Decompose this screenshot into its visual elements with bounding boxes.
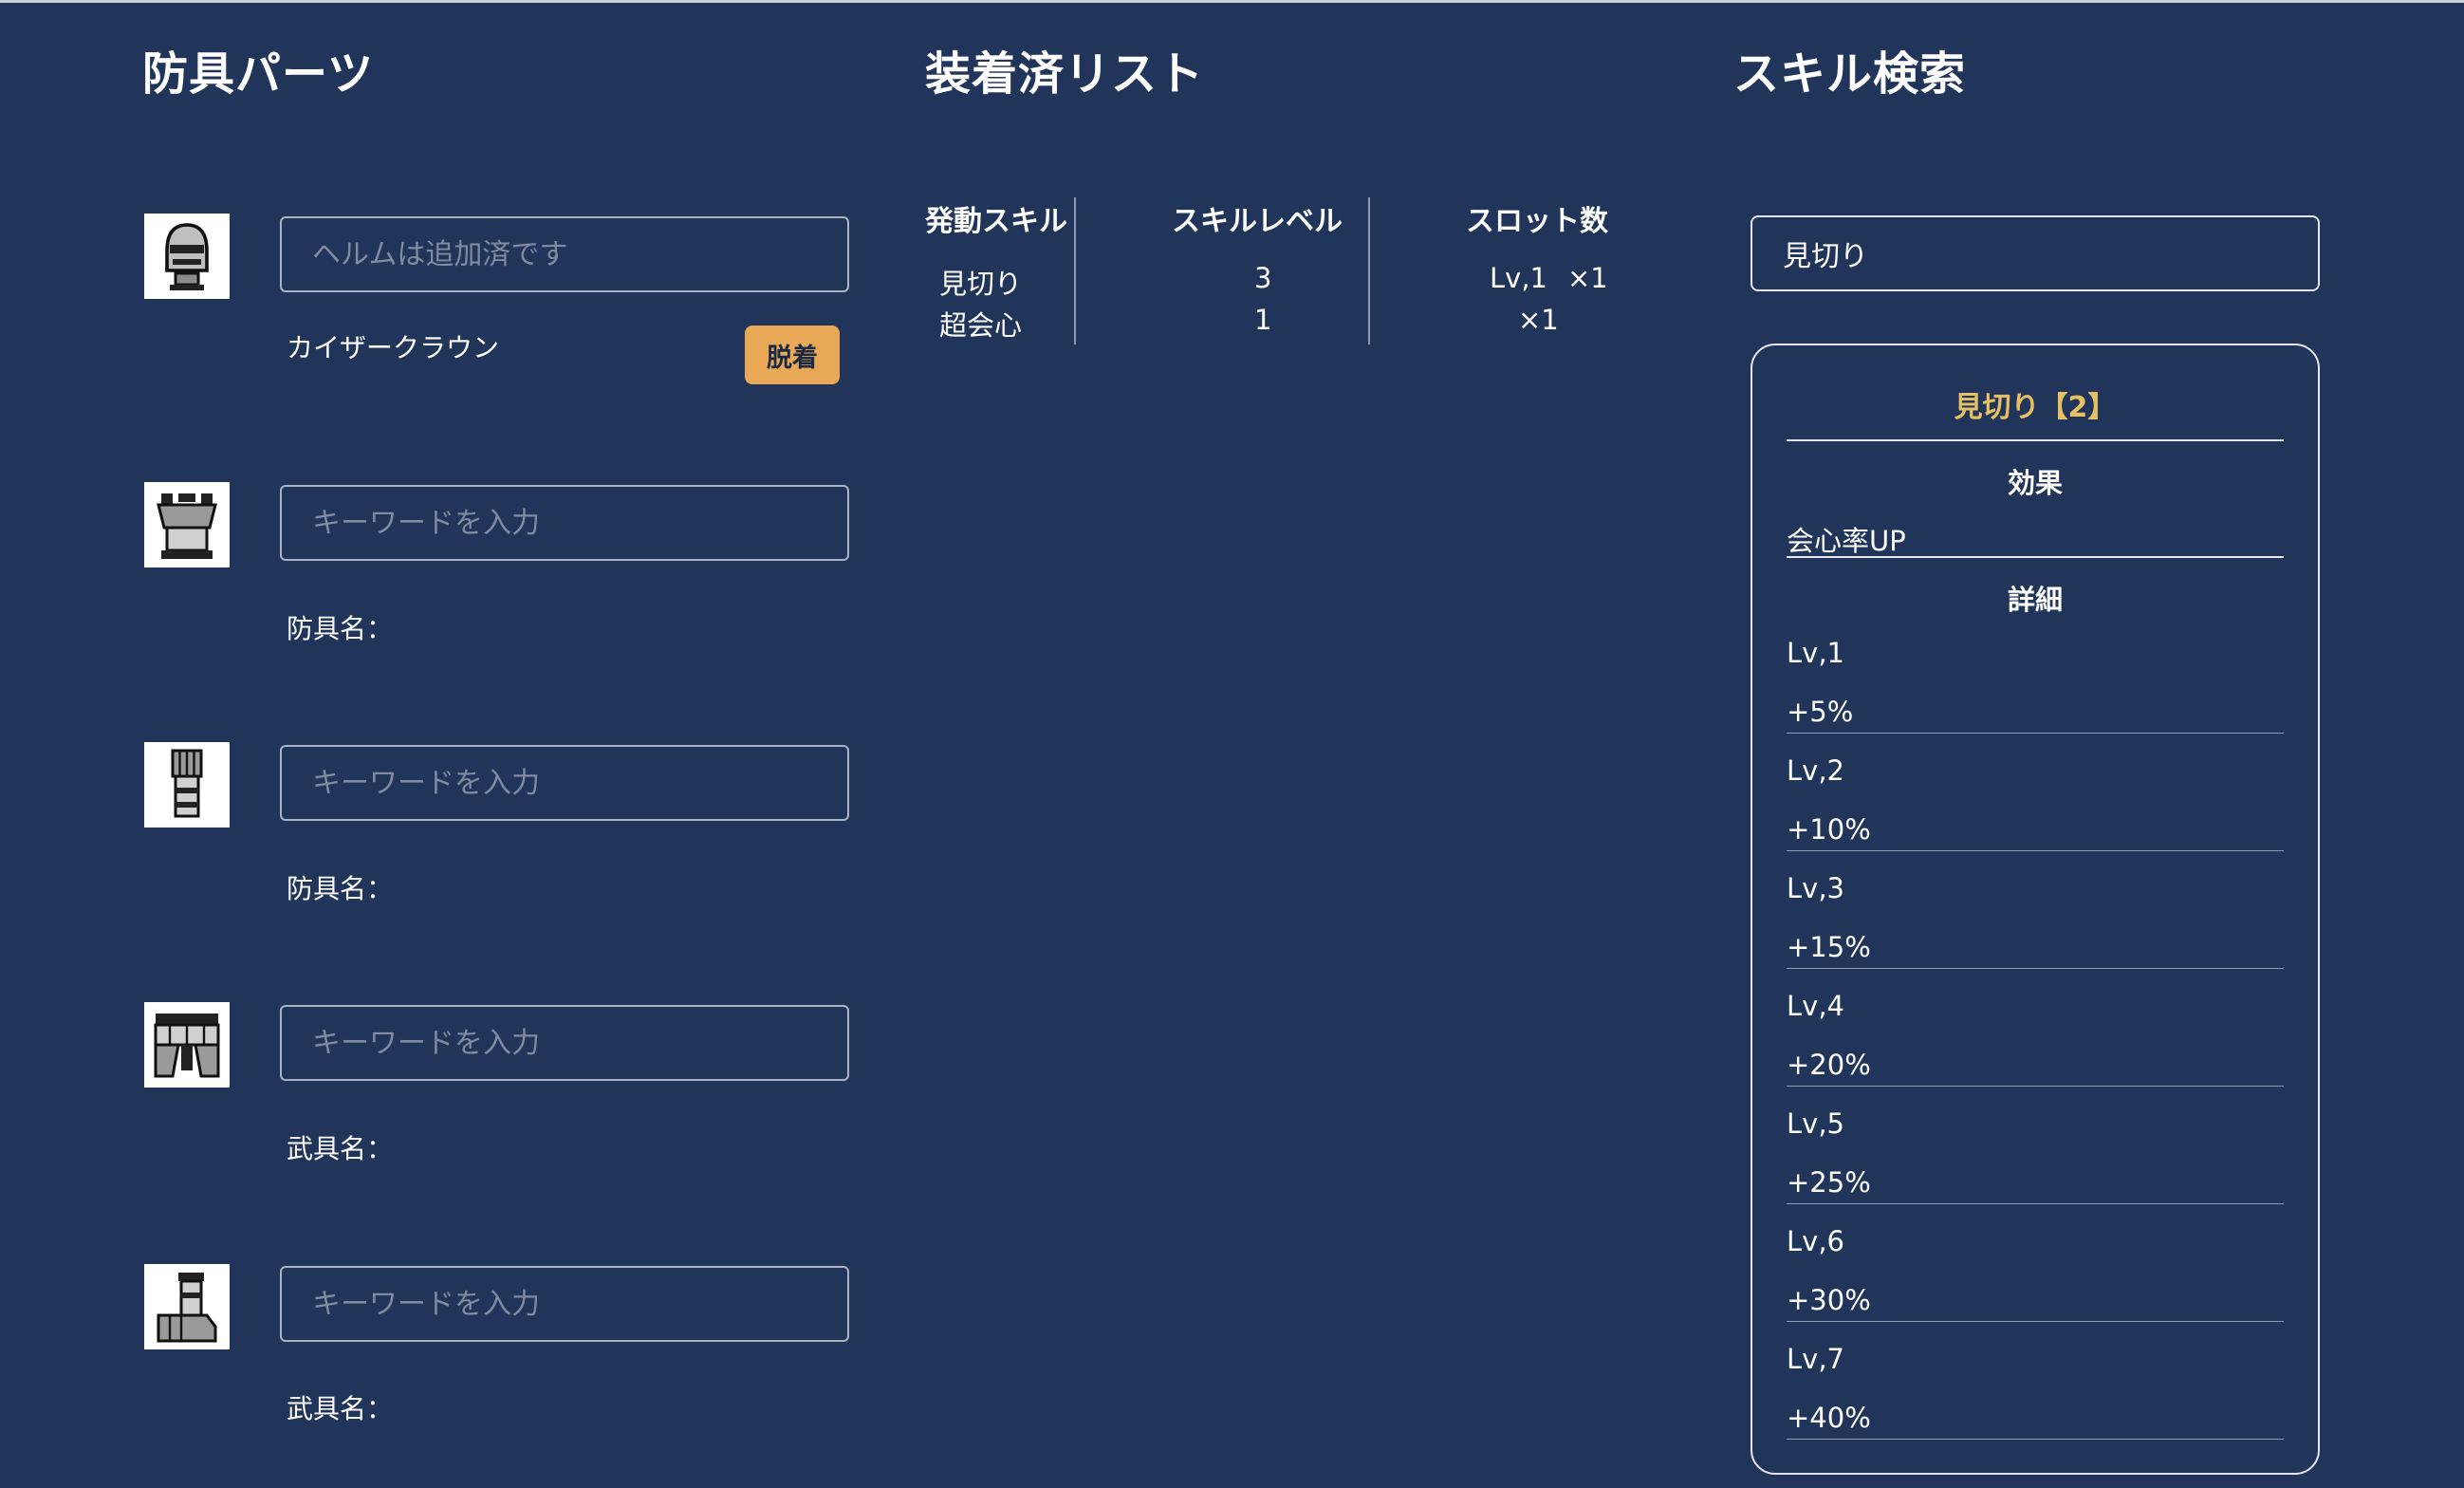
level-label: Lv,5	[1787, 1107, 1844, 1140]
waist-weapon-name: 武具名：	[287, 1128, 393, 1166]
table-row-skill: 見切り	[939, 268, 1023, 300]
detail-heading: 詳細	[2007, 584, 2063, 616]
boots-search-input[interactable]	[280, 1266, 849, 1342]
table-row-skill: 超会心	[939, 309, 1023, 342]
level-divider	[1787, 1439, 2284, 1440]
gauntlet-armor-name: 防具名：	[287, 868, 393, 906]
level-divider	[1787, 1321, 2284, 1322]
chest-armor-icon	[144, 482, 230, 567]
level-divider	[1787, 968, 2284, 969]
level-label: Lv,3	[1787, 872, 1844, 904]
gauntlet-icon	[144, 742, 230, 828]
header-active-skill: 発動スキル	[925, 205, 1067, 238]
level-label: Lv,1	[1787, 637, 1844, 669]
armor-name-label: 防具名：	[287, 613, 394, 644]
chest-armor-name: 防具名：	[287, 608, 393, 646]
effect-heading: 効果	[2007, 467, 2063, 499]
level-value: +5%	[1787, 696, 1854, 728]
weapon-name-label: 武具名：	[287, 1393, 394, 1424]
effect-text: 会心率UP	[1787, 525, 1906, 557]
skill-search-title: スキル検索	[1733, 47, 1967, 101]
level-divider	[1787, 1086, 2284, 1087]
table-row-level: 1	[1254, 304, 1272, 336]
table-row-slot-count: ×1	[1567, 262, 1608, 294]
chest-search-input[interactable]	[280, 485, 849, 561]
waist-search-input[interactable]	[280, 1005, 849, 1081]
column-divider	[1074, 197, 1076, 344]
level-value: +10%	[1787, 813, 1871, 846]
skill-detail-card: 見切り【2】 効果 会心率UP 詳細 Lv,1 +5% Lv,2 +10% Lv…	[1751, 344, 2320, 1475]
level-value: +25%	[1787, 1166, 1871, 1199]
level-label: Lv,6	[1787, 1225, 1844, 1257]
card-divider	[1787, 439, 2284, 441]
level-value: +40%	[1787, 1402, 1871, 1434]
level-value: +30%	[1787, 1284, 1871, 1316]
level-label: Lv,2	[1787, 754, 1844, 787]
card-divider	[1787, 556, 2284, 558]
level-label: Lv,7	[1787, 1343, 1844, 1375]
table-row-slot-level: Lv,1	[1490, 262, 1547, 294]
armor-parts-title: 防具パーツ	[142, 47, 375, 101]
boots-weapon-name: 武具名：	[287, 1388, 393, 1426]
level-divider	[1787, 733, 2284, 734]
level-label: Lv,4	[1787, 990, 1844, 1022]
level-value: +20%	[1787, 1049, 1871, 1081]
equipped-helmet-name: カイザークラウン	[287, 332, 500, 363]
skill-search-input[interactable]	[1751, 215, 2320, 291]
column-divider	[1368, 197, 1370, 344]
level-divider	[1787, 1203, 2284, 1204]
boots-icon	[144, 1264, 230, 1349]
helmet-search-input[interactable]	[280, 216, 849, 292]
table-row-level: 3	[1254, 262, 1272, 294]
remove-helmet-button[interactable]: 脱着	[745, 326, 840, 384]
header-skill-level: スキルレベル	[1172, 205, 1343, 238]
waist-armor-icon	[144, 1002, 230, 1088]
skill-card-title: 見切り【2】	[1954, 391, 2117, 424]
equipped-list-title: 装着済リスト	[925, 47, 1205, 101]
table-row-slot-count: ×1	[1518, 304, 1559, 336]
header-slot-count: スロット数	[1466, 205, 1608, 238]
level-divider	[1787, 850, 2284, 851]
level-value: +15%	[1787, 931, 1871, 963]
helmet-icon	[144, 214, 230, 299]
gauntlet-search-input[interactable]	[280, 745, 849, 821]
armor-name-label: 防具名：	[287, 873, 394, 904]
top-border	[0, 0, 2464, 3]
weapon-name-label: 武具名：	[287, 1133, 394, 1164]
